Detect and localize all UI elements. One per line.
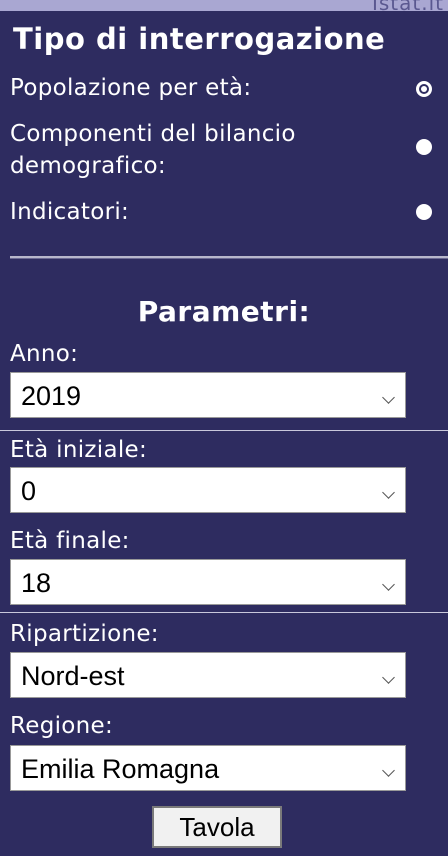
regione-select[interactable]: Emilia Romagna [10,745,406,791]
radio-componenti[interactable] [416,139,432,155]
anno-select[interactable]: 2019 [10,372,406,418]
option-label-componenti-line2: demografico: [10,153,166,179]
anno-label: Anno: [10,341,79,367]
query-type-title: Tipo di interrogazione [13,22,386,56]
radio-popolazione[interactable] [416,81,432,97]
option-label-indicatori: Indicatori: [10,199,130,225]
eta-iniziale-select[interactable]: 0 [10,467,406,513]
chevron-down-icon [382,391,395,404]
eta-finale-select[interactable]: 18 [10,559,406,605]
section-divider [10,256,448,259]
chevron-down-icon [382,764,395,777]
top-banner-strip: Istat.it [0,0,448,15]
eta-iniziale-select-value: 0 [21,476,37,506]
anno-select-value: 2019 [21,381,82,411]
regione-label: Regione: [10,713,114,739]
divider-eta [0,612,448,613]
banner-text: Istat.it [371,0,444,15]
tavola-button[interactable]: Tavola [152,806,282,848]
chevron-down-icon [382,486,395,499]
ripartizione-select-value: Nord-est [21,661,125,691]
chevron-down-icon [382,671,395,684]
ripartizione-label: Ripartizione: [10,621,159,647]
parameters-title: Parametri: [137,295,311,328]
regione-select-value: Emilia Romagna [21,754,220,784]
chevron-down-icon [382,578,395,591]
ripartizione-select[interactable]: Nord-est [10,652,406,698]
eta-finale-select-value: 18 [21,568,52,598]
eta-finale-label: Età finale: [10,528,130,554]
option-label-popolazione: Popolazione per età: [10,75,252,101]
eta-iniziale-label: Età iniziale: [10,437,148,463]
option-label-componenti-line1: Componenti del bilancio [10,121,296,147]
divider-anno [0,430,448,431]
radio-indicatori[interactable] [416,204,432,220]
